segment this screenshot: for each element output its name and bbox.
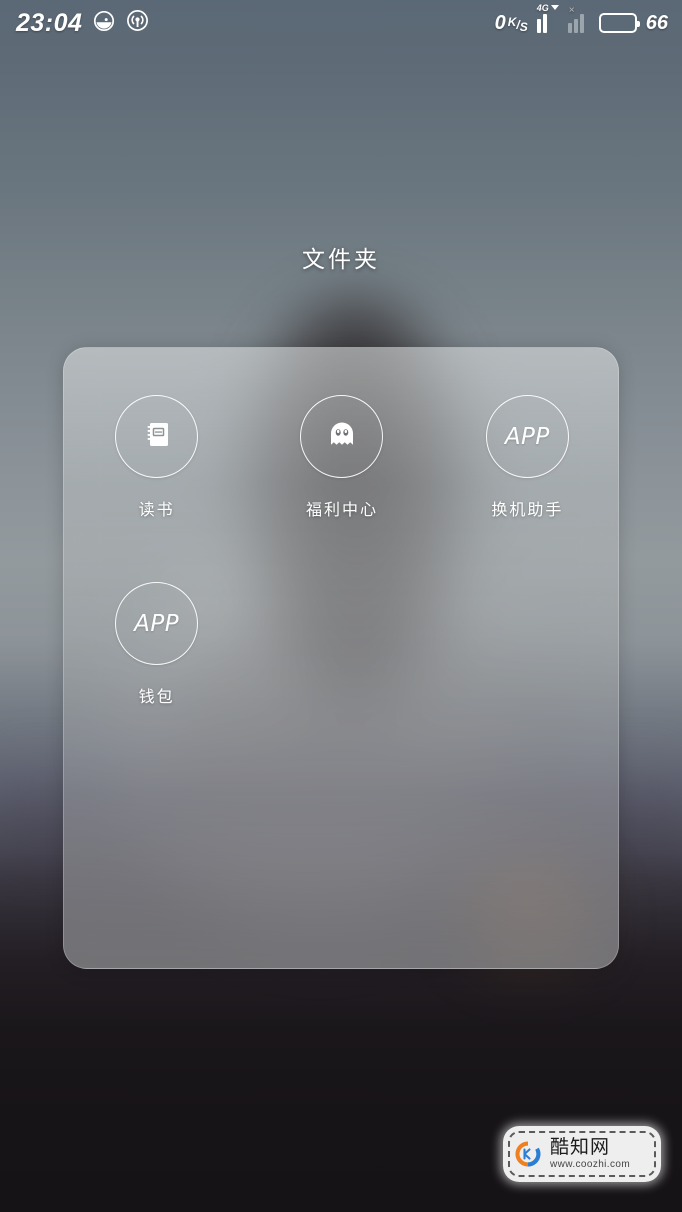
app-item-benefits-center[interactable]: 福利中心 (249, 371, 434, 520)
app-icon-circle[interactable]: APP (115, 582, 199, 665)
network-speed-unit-denominator: S (519, 19, 528, 34)
folder-panel: 读书 福利中心 APP 换机助手 APP 钱包 (63, 347, 619, 969)
signal-data-arrow-icon (550, 5, 559, 10)
watermark-badge: 酷知网 www.coozhi.com (503, 1126, 661, 1182)
network-speed-unit-numerator: K (507, 14, 517, 29)
signal-no-service-label: × (568, 5, 575, 16)
app-item-wallet[interactable]: APP 钱包 (64, 558, 249, 707)
folder-app-grid: 读书 福利中心 APP 换机助手 APP 钱包 (64, 371, 618, 707)
app-label: 换机助手 (491, 500, 564, 519)
folder-title[interactable]: 文件夹 (0, 240, 682, 274)
app-icon-circle[interactable] (115, 395, 199, 478)
status-bar-right: 0 K/S 4G × 66 (495, 4, 668, 35)
status-clock: 23:04 (16, 8, 83, 37)
signal-bars-sim1: 4G (536, 4, 559, 33)
app-label: 钱包 (138, 687, 175, 706)
coozhi-logo-icon (513, 1139, 543, 1169)
network-speed-unit: K/S (507, 14, 528, 34)
network-speed-indicator: 0 K/S (495, 12, 528, 35)
app-icon-circle[interactable] (300, 395, 384, 478)
hotspot-icon (126, 9, 149, 37)
watermark-url: www.coozhi.com (550, 1159, 631, 1170)
watermark-site-name: 酷知网 (550, 1136, 611, 1158)
battery-icon (598, 13, 640, 33)
notebook-icon (139, 416, 175, 457)
signal-bars-sim2: × (567, 6, 590, 33)
watermark-texts: 酷知网 www.coozhi.com (550, 1138, 630, 1170)
app-placeholder-icon: APP (504, 423, 550, 450)
signal-network-type-label: 4G (536, 3, 549, 13)
app-item-switch-assistant[interactable]: APP 换机助手 (435, 371, 618, 520)
ghost-icon (325, 417, 359, 456)
network-speed-value: 0 (494, 11, 506, 34)
app-icon-circle[interactable]: APP (485, 395, 569, 478)
dnd-icon (93, 10, 115, 37)
app-label: 读书 (138, 500, 175, 519)
status-bar-left: 23:04 (16, 9, 149, 37)
app-label: 福利中心 (305, 500, 378, 519)
battery-percentage-label: 66 (645, 11, 668, 34)
status-bar: 23:04 0 K/S 4G × 66 (0, 0, 682, 46)
app-item-reading[interactable]: 读书 (64, 371, 249, 520)
app-placeholder-icon: APP (134, 610, 180, 637)
